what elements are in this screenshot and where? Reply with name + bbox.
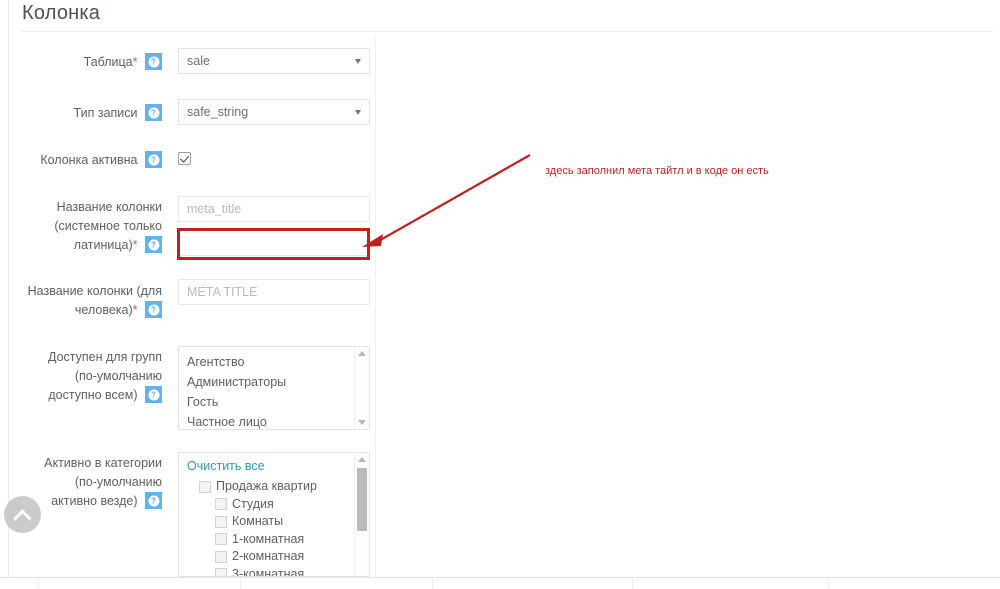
label-categories-line3: активно везде) (51, 494, 138, 508)
groups-listbox[interactable]: Агентство Администраторы Гость Частное л… (178, 346, 370, 430)
record-type-select-value: safe_string (187, 105, 249, 119)
human-name-input-wrap: META TITLE (178, 279, 370, 305)
panel-vertical-divider (375, 36, 376, 577)
help-icon[interactable] (145, 104, 162, 121)
footer-tick (432, 578, 433, 589)
footer-tick (632, 578, 633, 589)
page-title: Колонка (22, 2, 101, 24)
tree-item[interactable]: Продажа квартир (179, 478, 369, 496)
scroll-down-arrow-icon[interactable] (358, 420, 366, 425)
label-human-name-line2: человека) (74, 303, 133, 317)
help-icon[interactable] (145, 53, 162, 70)
label-human-name: Название колонки (для человека)* (0, 282, 162, 320)
tree-item[interactable]: Комнаты (179, 513, 369, 531)
label-system-name-line1: Название колонки (56, 200, 162, 214)
chevron-down-icon (355, 59, 361, 64)
help-icon[interactable] (145, 492, 162, 509)
label-groups-line1: Доступен для групп (47, 350, 162, 364)
label-human-name-line1: Название колонки (для (27, 284, 162, 298)
categories-listbox-wrap: Очистить все Продажа квартир Студия Комн… (178, 452, 370, 577)
label-categories-line1: Активно в категории (44, 456, 162, 470)
label-system-name: Название колонки (системное только латин… (0, 198, 162, 255)
label-record-type-text: Тип записи (73, 106, 138, 120)
tree-item-label: Студия (232, 496, 274, 511)
help-icon[interactable] (145, 151, 162, 168)
groups-listbox-items: Агентство Администраторы Гость Частное л… (179, 347, 369, 429)
list-item[interactable]: Гость (179, 392, 369, 412)
record-type-select-wrap: safe_string (178, 99, 370, 125)
list-item[interactable]: Агентство (179, 352, 369, 372)
human-name-input[interactable]: META TITLE (178, 279, 370, 305)
help-icon[interactable] (145, 236, 162, 253)
table-select-value: sale (187, 54, 210, 68)
scroll-up-arrow-icon[interactable] (358, 457, 366, 462)
categories-items: Очистить все Продажа квартир Студия Комн… (179, 453, 369, 577)
tree-checkbox[interactable] (215, 498, 227, 511)
tree-item-label: 3-комнатная (232, 566, 305, 577)
table-select[interactable]: sale (178, 48, 370, 74)
column-active-checkbox[interactable] (178, 152, 191, 165)
categories-listbox-scrollbar[interactable] (354, 453, 369, 576)
footer-divider (0, 577, 1000, 578)
clear-all-link[interactable]: Очистить все (179, 455, 369, 478)
categories-listbox[interactable]: Очистить все Продажа квартир Студия Комн… (178, 452, 370, 577)
list-item[interactable]: Администраторы (179, 372, 369, 392)
label-column-active-text: Колонка активна (40, 153, 138, 167)
tree-checkbox[interactable] (215, 568, 227, 576)
page-root: Колонка Таблица* sale Тип записи safe_st… (0, 0, 1000, 589)
list-item[interactable]: Частное лицо (179, 412, 369, 429)
system-name-input-bottom[interactable] (178, 230, 370, 256)
footer-tick (240, 578, 241, 589)
label-system-name-line3-wrap: латиница)* (0, 236, 162, 255)
required-marker: * (132, 238, 138, 252)
label-groups: Доступен для групп (по-умолчанию доступн… (0, 348, 162, 405)
system-name-input-bottom-wrap (178, 230, 370, 256)
chevron-down-icon (355, 110, 361, 115)
label-system-name-line2: (системное только (54, 219, 162, 233)
required-marker: * (132, 55, 138, 69)
tree-checkbox[interactable] (215, 550, 227, 563)
tree-checkbox[interactable] (215, 533, 227, 546)
record-type-select[interactable]: safe_string (178, 99, 370, 125)
tree-item[interactable]: 2-комнатная (179, 548, 369, 566)
label-groups-line3: доступно всем) (48, 388, 138, 402)
scroll-to-top-button[interactable] (4, 496, 41, 533)
tree-checkbox[interactable] (199, 480, 211, 493)
help-icon[interactable] (145, 301, 162, 318)
tree-checkbox[interactable] (215, 515, 227, 528)
help-icon[interactable] (145, 386, 162, 403)
label-column-active: Колонка активна (0, 151, 162, 170)
label-table: Таблица* (0, 53, 162, 72)
footer-tick (828, 578, 829, 589)
label-human-name-line2-wrap: человека)* (0, 301, 162, 320)
required-marker: * (132, 303, 138, 317)
tree-item[interactable]: 3-комнатная (179, 566, 369, 577)
label-groups-line3-wrap: доступно всем) (0, 386, 162, 405)
scroll-up-arrow-icon[interactable] (358, 351, 366, 356)
tree-item-label: 2-комнатная (232, 549, 305, 563)
groups-listbox-wrap: Агентство Администраторы Гость Частное л… (178, 346, 370, 430)
tree-item[interactable]: Студия (179, 496, 369, 514)
tree-item-label: Продажа квартир (216, 479, 317, 493)
system-name-input-wrap: meta_title (178, 196, 370, 222)
title-divider (21, 31, 993, 32)
label-groups-line2: (по-умолчанию (74, 369, 162, 383)
label-record-type: Тип записи (0, 104, 162, 123)
tree-item[interactable]: 1-комнатная (179, 531, 369, 549)
tree-item-label: 1-комнатная (232, 531, 305, 546)
tree-item-label: Комнаты (232, 514, 284, 528)
groups-listbox-scrollbar[interactable] (354, 347, 369, 429)
footer-tick (38, 578, 39, 589)
annotation-text: здесь заполнил мета тайтл и в коде он ес… (545, 165, 769, 177)
scrollbar-thumb[interactable] (357, 468, 367, 531)
system-name-input-top[interactable]: meta_title (178, 196, 370, 222)
label-table-text: Таблица (83, 55, 133, 69)
table-select-wrap: sale (178, 48, 370, 74)
label-system-name-line3: латиница) (73, 238, 133, 252)
column-active-wrap (178, 152, 191, 165)
label-categories-line2: (по-умолчанию (74, 475, 162, 489)
